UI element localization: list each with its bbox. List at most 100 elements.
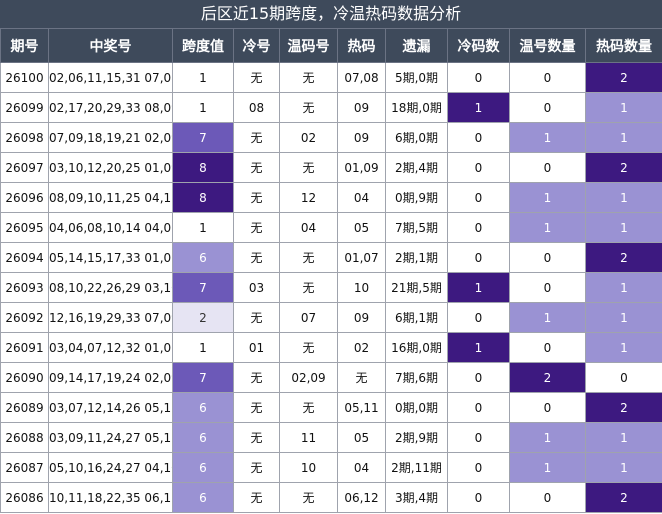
cold-count-cell: 1 [447, 332, 510, 363]
issue-cell: 26095 [0, 212, 49, 243]
analysis-table: 期号 中奖号 跨度值 冷号 温码号 热码 遗漏 冷码数 温号数量 热码数量 26… [0, 28, 662, 513]
warm-count-cell: 0 [509, 392, 586, 423]
cold-count-cell: 0 [447, 242, 510, 273]
hot-count-cell: 1 [585, 452, 662, 483]
cold-count-cell: 0 [447, 302, 510, 333]
numbers-cell: 02,17,20,29,33 08,09 [48, 92, 173, 123]
cold-cell: 无 [233, 302, 280, 333]
hot-count-cell: 1 [585, 122, 662, 153]
warm-cell: 04 [279, 212, 338, 243]
header-cold-count: 冷码数 [447, 28, 510, 63]
header-row: 期号 中奖号 跨度值 冷号 温码号 热码 遗漏 冷码数 温号数量 热码数量 [0, 28, 662, 63]
miss-cell: 3期,4期 [385, 482, 448, 513]
table-row: 26093 08,10,22,26,29 03,10 7 03 无 10 21期,5期 1 0 1 [0, 272, 662, 303]
numbers-cell: 03,07,12,14,26 05,11 [48, 392, 173, 423]
table-row: 26097 03,10,12,20,25 01,09 8 无无 01,09 2期,4期 0 0… [0, 152, 662, 183]
hot-cell: 01,07 [337, 242, 386, 273]
numbers-cell: 05,10,16,24,27 04,10 [48, 452, 173, 483]
miss-cell: 2期,1期 [385, 242, 448, 273]
warm-cell: 无 [279, 332, 338, 363]
hot-count-cell: 1 [585, 422, 662, 453]
cold-cell: 01 [233, 332, 280, 363]
hot-cell: 09 [337, 92, 386, 123]
analysis-panel: 后区近15期跨度，冷温热码数据分析 期号 中奖号 跨度值 冷号 温码号 热码 遗… [0, 0, 662, 514]
hot-count-cell: 2 [585, 152, 662, 183]
header-cold: 冷号 [233, 28, 280, 63]
warm-cell: 10 [279, 452, 338, 483]
cold-count-cell: 0 [447, 392, 510, 423]
cold-cell: 无 [233, 452, 280, 483]
warm-cell: 无 [279, 242, 338, 273]
miss-cell: 5期,0期 [385, 62, 448, 93]
table-row: 26098 07,09,18,19,21 02,09 7 无 02 09 6期,0期 0 1 1 [0, 122, 662, 153]
warm-count-cell: 1 [509, 182, 586, 213]
hot-cell: 09 [337, 122, 386, 153]
span-cell: 6 [172, 452, 234, 483]
cold-cell: 08 [233, 92, 280, 123]
miss-cell: 18期,0期 [385, 92, 448, 123]
cold-cell: 无 [233, 242, 280, 273]
cold-cell: 无 [233, 182, 280, 213]
numbers-cell: 09,14,17,19,24 02,09 [48, 362, 173, 393]
table-row: 26095 04,06,08,10,14 04,05 1 无 04 05 7期,5期 0 1 1 [0, 212, 662, 243]
hot-cell: 05 [337, 422, 386, 453]
issue-cell: 26087 [0, 452, 49, 483]
hot-count-cell: 2 [585, 242, 662, 273]
numbers-cell: 08,10,22,26,29 03,10 [48, 272, 173, 303]
warm-count-cell: 0 [509, 62, 586, 93]
span-cell: 1 [172, 62, 234, 93]
warm-count-cell: 2 [509, 362, 586, 393]
cold-cell: 03 [233, 272, 280, 303]
miss-cell: 21期,5期 [385, 272, 448, 303]
table-row: 26086 10,11,18,22,35 06,12 6 无无 06,12 3期,4期 0 0… [0, 482, 662, 513]
warm-count-cell: 0 [509, 242, 586, 273]
hot-cell: 05,11 [337, 392, 386, 423]
cold-count-cell: 0 [447, 122, 510, 153]
miss-cell: 0期,0期 [385, 392, 448, 423]
cold-count-cell: 0 [447, 62, 510, 93]
warm-cell: 11 [279, 422, 338, 453]
miss-cell: 6期,1期 [385, 302, 448, 333]
miss-cell: 16期,0期 [385, 332, 448, 363]
warm-cell: 12 [279, 182, 338, 213]
miss-cell: 2期,9期 [385, 422, 448, 453]
issue-cell: 26099 [0, 92, 49, 123]
miss-cell: 2期,11期 [385, 452, 448, 483]
warm-count-cell: 0 [509, 152, 586, 183]
miss-cell: 7期,6期 [385, 362, 448, 393]
span-cell: 6 [172, 422, 234, 453]
issue-cell: 26093 [0, 272, 49, 303]
cold-count-cell: 0 [447, 362, 510, 393]
numbers-cell: 03,10,12,20,25 01,09 [48, 152, 173, 183]
cold-cell: 无 [233, 62, 280, 93]
warm-count-cell: 1 [509, 212, 586, 243]
cold-count-cell: 0 [447, 452, 510, 483]
cold-cell: 无 [233, 152, 280, 183]
issue-cell: 26088 [0, 422, 49, 453]
hot-count-cell: 1 [585, 302, 662, 333]
hot-count-cell: 1 [585, 272, 662, 303]
hot-cell: 06,12 [337, 482, 386, 513]
issue-cell: 26090 [0, 362, 49, 393]
numbers-cell: 07,09,18,19,21 02,09 [48, 122, 173, 153]
span-cell: 1 [172, 332, 234, 363]
warm-count-cell: 1 [509, 122, 586, 153]
span-cell: 1 [172, 92, 234, 123]
miss-cell: 7期,5期 [385, 212, 448, 243]
span-cell: 6 [172, 482, 234, 513]
warm-cell: 无 [279, 92, 338, 123]
table-title: 后区近15期跨度，冷温热码数据分析 [0, 0, 662, 28]
header-miss: 遗漏 [385, 28, 448, 63]
hot-count-cell: 1 [585, 332, 662, 363]
hot-cell: 09 [337, 302, 386, 333]
span-cell: 7 [172, 122, 234, 153]
hot-count-cell: 2 [585, 392, 662, 423]
numbers-cell: 03,09,11,24,27 05,11 [48, 422, 173, 453]
cold-count-cell: 0 [447, 212, 510, 243]
hot-cell: 04 [337, 452, 386, 483]
warm-cell: 07 [279, 302, 338, 333]
hot-count-cell: 1 [585, 92, 662, 123]
numbers-cell: 02,06,11,15,31 07,08 [48, 62, 173, 93]
hot-count-cell: 2 [585, 482, 662, 513]
cold-cell: 无 [233, 362, 280, 393]
